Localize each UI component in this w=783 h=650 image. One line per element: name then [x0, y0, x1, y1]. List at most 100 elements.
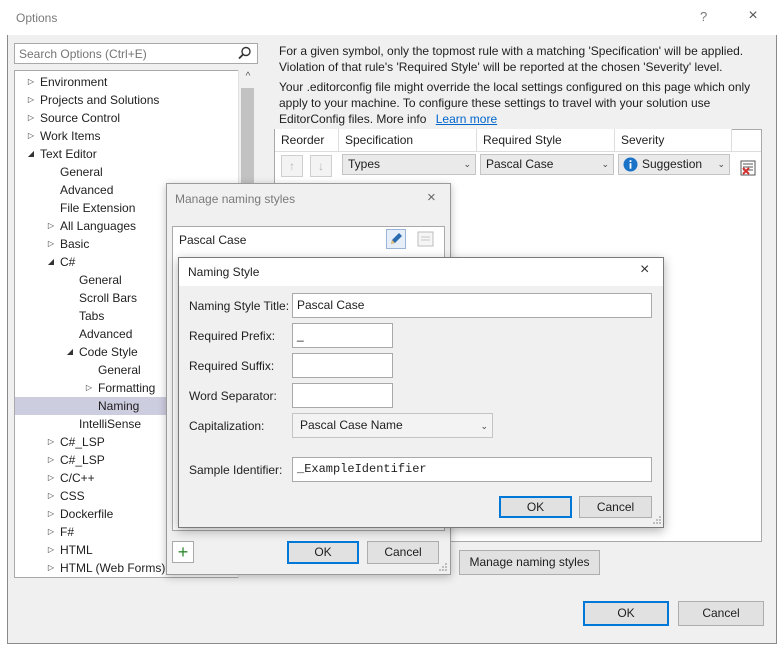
header-specification: Specification — [339, 129, 477, 151]
style-title-input[interactable]: Pascal Case — [292, 293, 652, 318]
manage-cancel-button[interactable]: Cancel — [367, 541, 439, 564]
close-window-button[interactable]: × — [743, 6, 763, 26]
collapse-icon[interactable]: ◢ — [64, 343, 76, 361]
expand-icon[interactable]: ▷ — [25, 109, 37, 127]
chevron-down-icon: ⌄ — [463, 159, 471, 169]
tree-item-label: General — [98, 363, 141, 377]
edit-style-button[interactable] — [386, 229, 406, 249]
expand-icon[interactable]: ▷ — [45, 235, 57, 253]
manage-dialog-close-button[interactable]: × — [427, 189, 436, 206]
tree-item-label: Advanced — [60, 183, 114, 197]
capitalization-combo[interactable]: Pascal Case Name ⌄ — [292, 413, 493, 438]
header-reorder: Reorder — [275, 129, 339, 151]
remove-icon — [417, 231, 434, 247]
expand-icon[interactable]: ▷ — [45, 487, 57, 505]
naming-style-close-button[interactable]: × — [640, 261, 649, 279]
manage-ok-button[interactable]: OK — [287, 541, 359, 564]
header-severity: Severity — [615, 129, 732, 151]
severity-combo[interactable]: Suggestion ⌄ — [618, 154, 730, 175]
prefix-label: Required Prefix: — [189, 329, 276, 343]
required-style-value: Pascal Case — [486, 157, 554, 171]
specification-combo[interactable]: Types ⌄ — [342, 154, 476, 175]
collapse-icon[interactable]: ◢ — [45, 253, 57, 271]
search-input[interactable] — [15, 44, 219, 63]
expand-icon[interactable]: ▷ — [45, 505, 57, 523]
tree-item-label: Naming — [98, 399, 140, 413]
tree-item[interactable]: ◢ Text Editor — [15, 145, 239, 163]
info-line-1: For a given symbol, only the topmost rul… — [279, 44, 744, 58]
specification-value: Types — [348, 157, 381, 171]
search-options-field[interactable] — [14, 43, 258, 64]
resize-grip-icon[interactable] — [438, 562, 448, 572]
naming-cancel-button[interactable]: Cancel — [579, 496, 652, 518]
tree-item-label: All Languages — [60, 219, 137, 233]
tree-item-label: General — [79, 273, 122, 287]
tree-item-label: Environment — [40, 75, 108, 89]
capitalization-label: Capitalization: — [189, 419, 265, 433]
capitalization-value: Pascal Case Name — [300, 418, 403, 432]
remove-rule-icon[interactable] — [740, 160, 756, 176]
options-cancel-button[interactable]: Cancel — [678, 601, 764, 626]
suffix-input[interactable] — [292, 353, 393, 378]
tree-item-label: C#_LSP — [60, 453, 105, 467]
manage-naming-styles-button[interactable]: Manage naming styles — [459, 550, 600, 575]
manage-dialog-title: Manage naming styles — [175, 192, 296, 206]
remove-style-button[interactable] — [416, 229, 436, 249]
expand-icon[interactable]: ▷ — [25, 127, 37, 145]
tree-item-label: Scroll Bars — [79, 291, 138, 305]
tree-item[interactable]: ▷ Environment — [15, 73, 239, 91]
header-divider — [275, 151, 761, 152]
sample-label: Sample Identifier: — [189, 463, 283, 477]
tree-item[interactable]: ▷ Work Items — [15, 127, 239, 145]
separator-input[interactable] — [292, 383, 393, 408]
chevron-down-icon: ⌄ — [601, 159, 609, 169]
move-down-button[interactable]: ↓ — [310, 155, 332, 177]
suffix-label: Required Suffix: — [189, 359, 275, 373]
pencil-icon — [391, 233, 402, 244]
sample-identifier-field: _ExampleIdentifier — [292, 457, 652, 482]
tree-item-label: Dockerfile — [60, 507, 114, 521]
tree-item-label: C# — [60, 255, 76, 269]
expand-icon[interactable]: ▷ — [45, 451, 57, 469]
naming-ok-button[interactable]: OK — [499, 496, 572, 518]
collapse-icon[interactable]: ◢ — [25, 145, 37, 163]
info-line-4: apply to your machine. To configure thes… — [279, 96, 711, 110]
expand-icon[interactable]: ▷ — [45, 541, 57, 559]
expand-icon[interactable]: ▷ — [45, 559, 57, 577]
tree-item-label: CSS — [60, 489, 85, 503]
tree-item[interactable]: ▷ Projects and Solutions — [15, 91, 239, 109]
tree-item-label: Text Editor — [40, 147, 97, 161]
expand-icon[interactable]: ▷ — [45, 217, 57, 235]
tree-item-label: General — [60, 165, 103, 179]
help-button[interactable]: ? — [700, 9, 707, 24]
move-up-button[interactable]: ↑ — [281, 155, 303, 177]
required-style-combo[interactable]: Pascal Case ⌄ — [480, 154, 614, 175]
prefix-input[interactable]: _ — [292, 323, 393, 348]
learn-more-link[interactable]: Learn more — [436, 112, 497, 126]
resize-grip-icon[interactable] — [652, 515, 662, 525]
expand-icon[interactable]: ▷ — [45, 433, 57, 451]
tree-item-label: Source Control — [40, 111, 121, 125]
scroll-up-button[interactable]: ^ — [239, 71, 257, 87]
naming-style-dialog-title: Naming Style — [188, 265, 260, 279]
options-ok-button[interactable]: OK — [583, 601, 669, 626]
expand-icon[interactable]: ▷ — [25, 91, 37, 109]
info-icon — [623, 157, 638, 172]
tree-item-label: IntelliSense — [79, 417, 142, 431]
tree-item-label: File Extension — [60, 201, 136, 215]
options-title-bar — [7, 3, 777, 35]
tree-item[interactable]: General — [15, 163, 239, 181]
add-style-button[interactable]: + — [172, 541, 194, 563]
tree-item[interactable]: ▷ Source Control — [15, 109, 239, 127]
severity-value: Suggestion — [642, 157, 703, 171]
chevron-down-icon: ⌄ — [717, 159, 725, 169]
tree-item-label: C/C++ — [60, 471, 95, 485]
tree-item-label: Projects and Solutions — [40, 93, 160, 107]
expand-icon[interactable]: ▷ — [45, 469, 57, 487]
naming-style-item[interactable]: Pascal Case — [179, 233, 246, 247]
window-title: Options — [16, 11, 58, 25]
expand-icon[interactable]: ▷ — [25, 73, 37, 91]
info-line-2: Violation of that rule's 'Required Style… — [279, 60, 723, 74]
expand-icon[interactable]: ▷ — [83, 379, 95, 397]
expand-icon[interactable]: ▷ — [45, 523, 57, 541]
